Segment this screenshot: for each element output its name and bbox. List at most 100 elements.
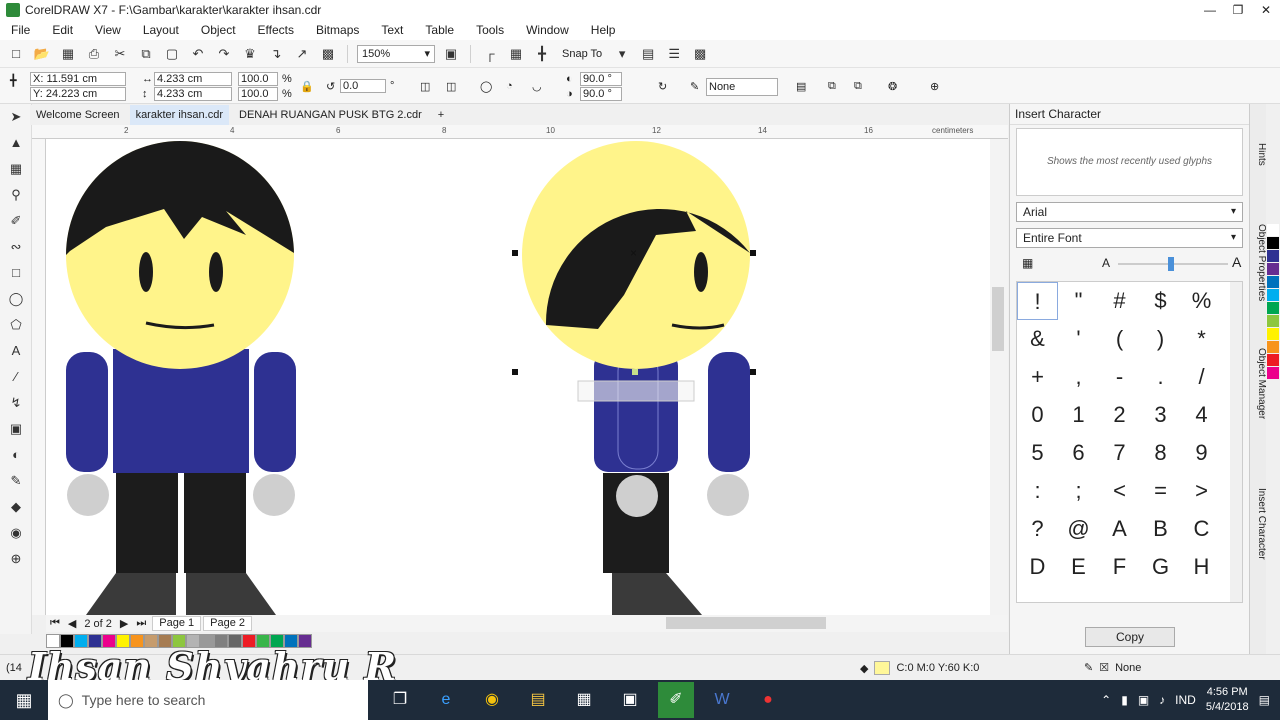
first-page-icon[interactable]: ⏮ (46, 617, 64, 630)
scale-height-field[interactable]: 100.0 (238, 87, 278, 101)
glyph-cell[interactable]: 3 (1140, 396, 1181, 434)
glyph-cell[interactable]: G (1140, 548, 1181, 586)
paste-icon[interactable]: ▢ (162, 44, 182, 64)
zoom-level-select[interactable]: 150% ▾ (357, 44, 435, 63)
restore-icon[interactable]: ❐ (1224, 0, 1252, 20)
full-screen-icon[interactable]: ▣ (441, 44, 461, 64)
width-field[interactable]: 4.233 cm (154, 72, 232, 86)
glyph-cell[interactable]: , (1058, 358, 1099, 396)
menu-object[interactable]: Object (190, 23, 247, 37)
shoe[interactable] (612, 573, 702, 615)
outline-info[interactable]: ✎ ☒ None (1084, 661, 1141, 675)
add-tool-icon[interactable]: ⊕ (0, 546, 32, 572)
add-preset-icon[interactable]: ⊕ (930, 79, 939, 93)
connector-tool-icon[interactable]: ↯ (0, 390, 32, 416)
clock[interactable]: 4:56 PM 5/4/2018 (1206, 685, 1249, 715)
tab-insert-character[interactable]: Insert Character (1250, 474, 1267, 574)
horizontal-scroll-thumb[interactable] (666, 617, 826, 629)
eyedropper-tool-icon[interactable]: ✎ (0, 468, 32, 494)
glyph-cell[interactable]: E (1058, 548, 1099, 586)
language-indicator[interactable]: IND (1175, 693, 1196, 707)
copy-icon[interactable]: ⧉ (136, 44, 156, 64)
rotation-angle-field[interactable]: 0.0 (340, 79, 386, 93)
palette-swatch[interactable] (1267, 289, 1279, 301)
glyph-cell[interactable]: ' (1058, 320, 1099, 358)
menu-help[interactable]: Help (580, 23, 627, 37)
ellipse-mode-icon[interactable]: ◯ (480, 79, 492, 93)
character-filter-select[interactable]: Entire Font ▾ (1016, 228, 1243, 248)
dimension-tool-icon[interactable]: ∕ (0, 364, 32, 390)
show-grid-icon[interactable]: ▦ (506, 44, 526, 64)
glyph-cell[interactable]: $ (1140, 282, 1181, 320)
left-shoe[interactable] (86, 573, 176, 615)
wrap-text-icon[interactable]: ▤ (796, 79, 806, 93)
selection-handle[interactable] (512, 250, 518, 256)
glyph-cell[interactable]: " (1058, 282, 1099, 320)
glyph-cell[interactable]: - (1099, 358, 1140, 396)
crop-tool-icon[interactable]: ▦ (0, 156, 32, 182)
page-1-tab[interactable]: Page 1 (152, 616, 202, 631)
edge-icon[interactable]: e (428, 682, 464, 718)
export-icon[interactable]: ↗ (292, 44, 312, 64)
menu-bitmaps[interactable]: Bitmaps (305, 23, 370, 37)
lock-ratio-icon[interactable]: 🔒 (300, 79, 314, 93)
glyph-cell[interactable]: 6 (1058, 434, 1099, 472)
task-view-icon[interactable]: ❐ (382, 682, 418, 718)
next-page-icon[interactable]: ▶ (116, 617, 132, 630)
glyph-cell[interactable]: D (1017, 548, 1058, 586)
menu-view[interactable]: View (84, 23, 132, 37)
arc-mode-icon[interactable]: ◡ (532, 79, 542, 93)
menu-edit[interactable]: Edit (41, 23, 84, 37)
network-icon[interactable]: ▣ (1138, 693, 1149, 707)
prev-page-icon[interactable]: ◀ (64, 617, 80, 630)
drawing-canvas[interactable]: × (46, 139, 990, 615)
copy-button[interactable]: Copy (1085, 627, 1175, 647)
cut-icon[interactable]: ✂ (110, 44, 130, 64)
shape-tool-icon[interactable]: ▲ (0, 130, 32, 156)
import-icon[interactable]: ↴ (266, 44, 286, 64)
vertical-scrollbar[interactable] (990, 139, 1008, 615)
glyph-cell[interactable]: # (1099, 282, 1140, 320)
left-eye[interactable] (139, 252, 153, 292)
glyph-cell[interactable]: 8 (1140, 434, 1181, 472)
vertical-ruler[interactable] (32, 139, 46, 615)
glyph-cell[interactable]: A (1099, 510, 1140, 548)
tab-denah-ruangan[interactable]: DENAH RUANGAN PUSK BTG 2.cdr (233, 105, 428, 125)
glyph-cell[interactable]: 5 (1017, 434, 1058, 472)
battery-icon[interactable]: ▮ (1121, 693, 1128, 707)
menu-file[interactable]: File (0, 23, 41, 37)
glyph-cell[interactable]: C (1181, 510, 1222, 548)
taskbar-search[interactable]: ◯ Type here to search (48, 680, 368, 720)
last-page-icon[interactable]: ⏭ (132, 617, 150, 630)
palette-swatch[interactable] (1267, 367, 1279, 379)
glyph-cell[interactable]: / (1181, 358, 1222, 396)
show-hidden-icon[interactable]: ⌃ (1101, 693, 1111, 707)
undo-icon[interactable]: ↶ (188, 44, 208, 64)
glyph-cell[interactable]: 9 (1181, 434, 1222, 472)
scale-width-field[interactable]: 100.0 (238, 72, 278, 86)
options-icon[interactable]: ☰ (664, 44, 684, 64)
glyph-cell[interactable]: ? (1017, 510, 1058, 548)
glyph-cell[interactable]: + (1017, 358, 1058, 396)
show-rulers-icon[interactable]: ┌ (480, 44, 500, 64)
interactive-fill-tool-icon[interactable]: ◆ (0, 494, 32, 520)
font-select[interactable]: Arial ▾ (1016, 202, 1243, 222)
quick-customize-toolbar[interactable] (577, 380, 695, 402)
mirror-vertical-icon[interactable]: ◫ (446, 79, 456, 93)
change-direction-icon[interactable]: ↻ (658, 79, 667, 93)
polygon-tool-icon[interactable]: ⬠ (0, 312, 32, 338)
tab-karakter-ihsan[interactable]: karakter ihsan.cdr (129, 105, 229, 125)
to-front-icon[interactable]: ⧉ (828, 79, 836, 93)
pie-mode-icon[interactable]: ◔ (506, 79, 513, 93)
to-back-icon[interactable]: ⧉ (854, 79, 862, 93)
text-tool-icon[interactable]: A (0, 338, 32, 364)
palette-swatch[interactable] (1267, 341, 1279, 353)
glyph-grid-scrollbar[interactable] (1230, 282, 1242, 602)
palette-swatch[interactable] (1267, 315, 1279, 327)
left-arm[interactable] (66, 352, 108, 472)
glyph-cell[interactable]: . (1140, 358, 1181, 396)
arc-end-angle-field[interactable]: 90.0 ° (580, 87, 622, 101)
right-hand[interactable] (707, 474, 749, 516)
right-arm[interactable] (708, 352, 750, 472)
recorder-icon[interactable]: ● (750, 682, 786, 718)
